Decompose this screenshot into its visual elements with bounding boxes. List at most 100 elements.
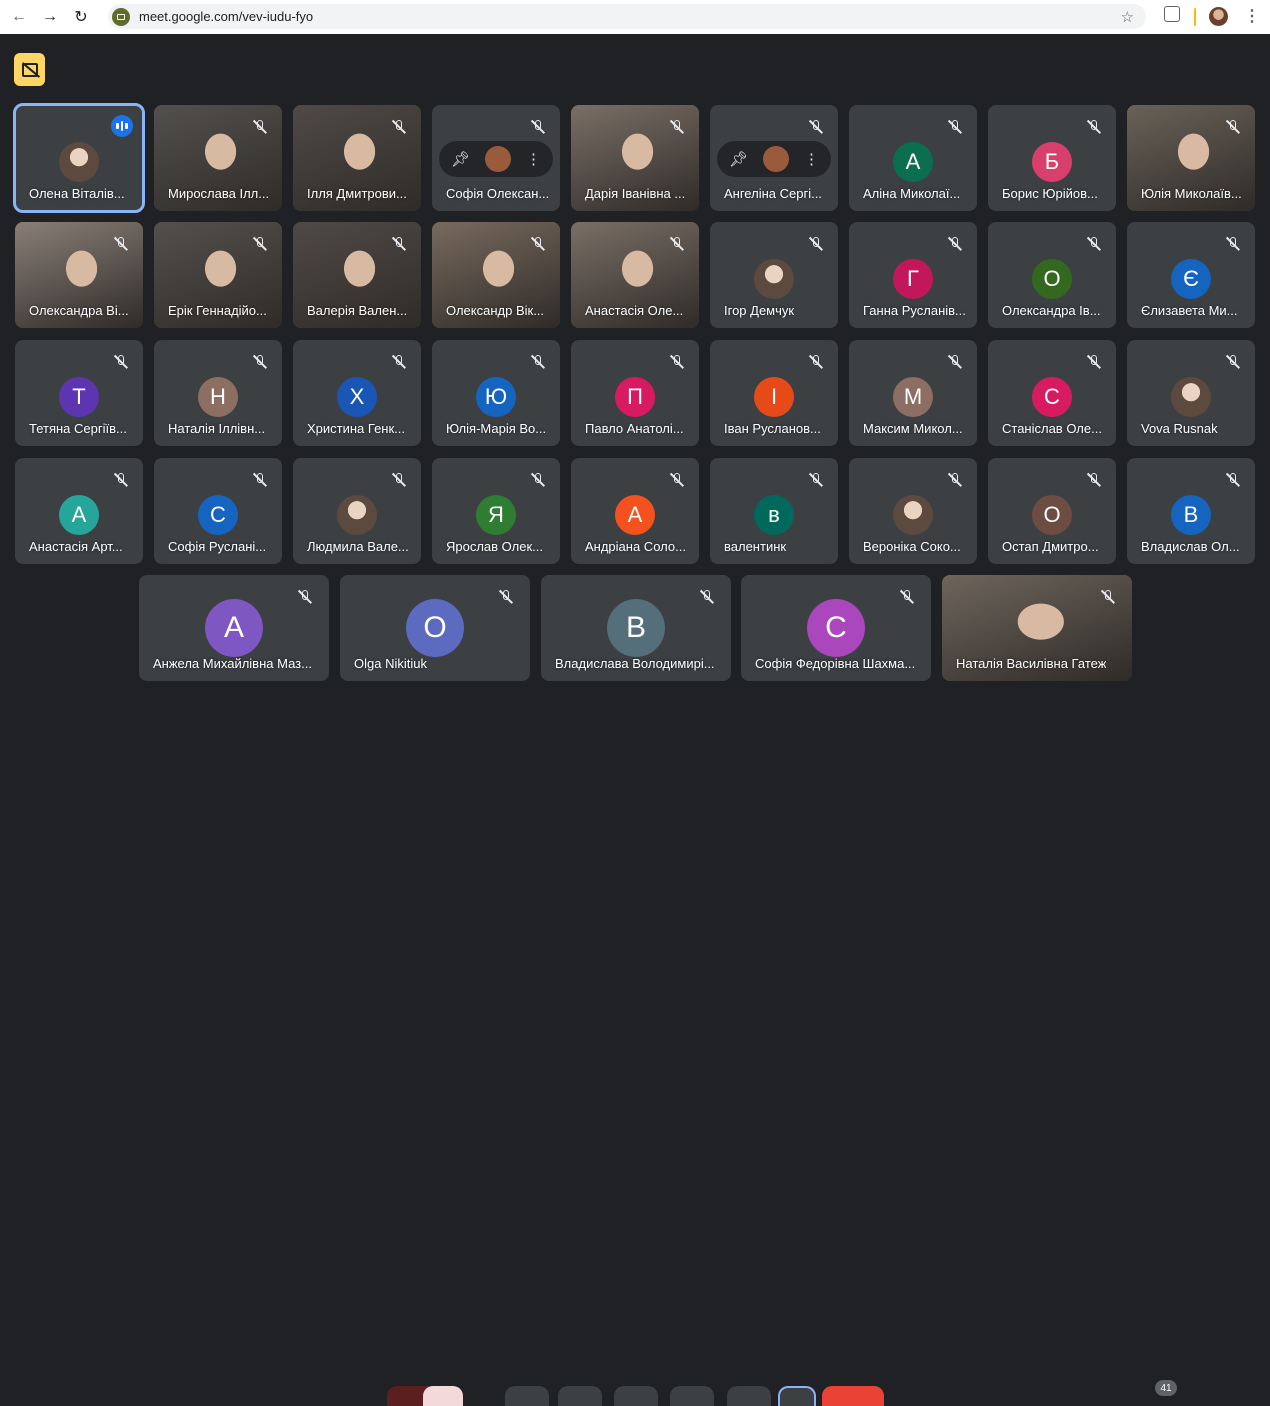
participant-tile[interactable]: О Олександра Ів... [988,222,1116,328]
participant-tile[interactable]: А Анастасія Арт... [15,458,143,564]
participant-tile[interactable]: Олена Віталів... [13,103,145,213]
forward-icon[interactable]: → [38,5,62,29]
tile-more-icon[interactable]: ⋮ [804,150,819,168]
mic-muted-icon [947,236,963,252]
participant-tile[interactable]: С Софія Руслані... [154,458,282,564]
participant-name: Олександра Ів... [1002,303,1101,318]
participant-tile[interactable]: Дарія Іванівна ... [571,105,699,211]
participant-tile[interactable]: М Максим Микол... [849,340,977,446]
mic-muted-icon [808,472,824,488]
avatar: О [406,599,464,657]
avatar: в [754,495,794,535]
emoji-button[interactable] [558,1386,602,1406]
mic-muted-icon [1100,589,1116,605]
participant-tile[interactable]: Олександр Вік... [432,222,560,328]
mic-muted-icon [808,354,824,370]
mic-muted-icon [530,236,546,252]
leave-call-button[interactable] [822,1386,884,1406]
participant-tile[interactable]: Валерія Вален... [293,222,421,328]
mic-muted-icon [1225,472,1241,488]
host-controls-button[interactable] [14,53,45,86]
tile-more-icon[interactable]: ⋮ [526,150,541,168]
address-bar[interactable]: meet.google.com/vev-iudu-fyo ☆ [108,4,1146,29]
mic-muted-icon [899,589,915,605]
browser-menu-icon[interactable]: ⋮ [1244,6,1260,26]
avatar: А [893,142,933,182]
participant-tile[interactable]: С Софія Федорівна Шахма... [741,575,931,681]
participant-tile[interactable]: Людмила Вале... [293,458,421,564]
participant-name: Наталія Василівна Гатеж [956,656,1107,671]
mic-muted-icon [1225,354,1241,370]
participant-tile[interactable]: О Olga Nikitiuk [340,575,530,681]
participant-tile[interactable]: В Владислава Володимирі... [541,575,731,681]
participant-name: Олександр Вік... [446,303,545,318]
participant-tile[interactable]: І Іван Русланов... [710,340,838,446]
participant-tile[interactable]: А Аліна Миколаї... [849,105,977,211]
participant-tile[interactable]: С Станіслав Оле... [988,340,1116,446]
participant-name: Христина Генк... [307,421,406,436]
mic-muted-icon [699,589,715,605]
profile-avatar[interactable] [1209,7,1228,26]
captions-button[interactable] [505,1386,549,1406]
camera-toggle-button[interactable] [423,1386,463,1406]
avatar [763,146,790,172]
participant-tile[interactable]: А Анжела Михайлівна Маз... [139,575,329,681]
participant-name: Софія Руслані... [168,539,267,554]
avatar: А [205,599,263,657]
participant-tile[interactable]: Ігор Демчук [710,222,838,328]
pin-icon[interactable]: 📌︎ [451,150,470,168]
avatar [59,142,99,182]
participant-tile[interactable]: 📌︎ ⋮ Ангеліна Сергі... [710,105,838,211]
participant-tile[interactable]: Ю Юлія-Марія Во... [432,340,560,446]
avatar: Н [198,377,238,417]
participant-tile[interactable]: П Павло Анатолі... [571,340,699,446]
more-actions-button[interactable] [778,1386,816,1406]
mic-muted-icon [530,354,546,370]
url-text[interactable]: meet.google.com/vev-iudu-fyo [139,9,313,24]
participant-tile[interactable]: Ерік Геннадійо... [154,222,282,328]
participant-name: Олена Віталів... [29,186,125,201]
participant-tile[interactable]: Г Ганна Русланів... [849,222,977,328]
avatar: Г [893,259,933,299]
participant-tile[interactable]: Олександра Ві... [15,222,143,328]
participant-tile[interactable]: Юлія Миколаїв... [1127,105,1255,211]
avatar: І [754,377,794,417]
no-present-icon [21,62,38,77]
participant-tile[interactable]: Х Христина Генк... [293,340,421,446]
avatar: Я [476,495,516,535]
participant-tile[interactable]: Анастасія Оле... [571,222,699,328]
participant-tile[interactable]: Мирослава Ілл... [154,105,282,211]
reload-icon[interactable]: ↻ [69,5,93,29]
pin-icon[interactable]: 📌︎ [729,150,748,168]
avatar: С [1032,377,1072,417]
participant-tile[interactable]: Є Єлизавета Ми... [1127,222,1255,328]
participant-tile[interactable]: Vova Rusnak [1127,340,1255,446]
participant-tile[interactable]: В Владислав Ол... [1127,458,1255,564]
raise-hand-button[interactable] [670,1386,714,1406]
participant-tile[interactable]: 📌︎ ⋮ Софія Олексан... [432,105,560,211]
participant-tile[interactable]: Ілля Дмитрови... [293,105,421,211]
meet-site-icon[interactable] [112,7,130,26]
mic-muted-icon [252,236,268,252]
participant-tile[interactable]: Вероніка Соко... [849,458,977,564]
bookmark-star-icon[interactable]: ☆ [1121,8,1134,26]
avatar: О [1032,259,1072,299]
participant-tile[interactable]: А Андріана Соло... [571,458,699,564]
participant-name: Vova Rusnak [1141,421,1218,436]
participant-tile[interactable]: в валентинк [710,458,838,564]
avatar: В [1171,495,1211,535]
more-options-button[interactable] [727,1386,771,1406]
participant-tile[interactable]: О Остап Дмитро... [988,458,1116,564]
avatar: Х [337,377,377,417]
extensions-icon[interactable] [1164,6,1180,22]
participant-name: Ганна Русланів... [863,303,966,318]
participant-tile[interactable]: Т Тетяна Сергіїв... [15,340,143,446]
participant-tile[interactable]: Н Наталія Іллівн... [154,340,282,446]
participant-tile[interactable]: Наталія Василівна Гатеж [942,575,1132,681]
participant-tile[interactable]: Я Ярослав Олек... [432,458,560,564]
back-icon[interactable]: ← [7,5,31,29]
participant-name: Ілля Дмитрови... [307,186,407,201]
mic-muted-icon [808,119,824,135]
present-button[interactable] [614,1386,658,1406]
participant-tile[interactable]: Б Борис Юрійов... [988,105,1116,211]
